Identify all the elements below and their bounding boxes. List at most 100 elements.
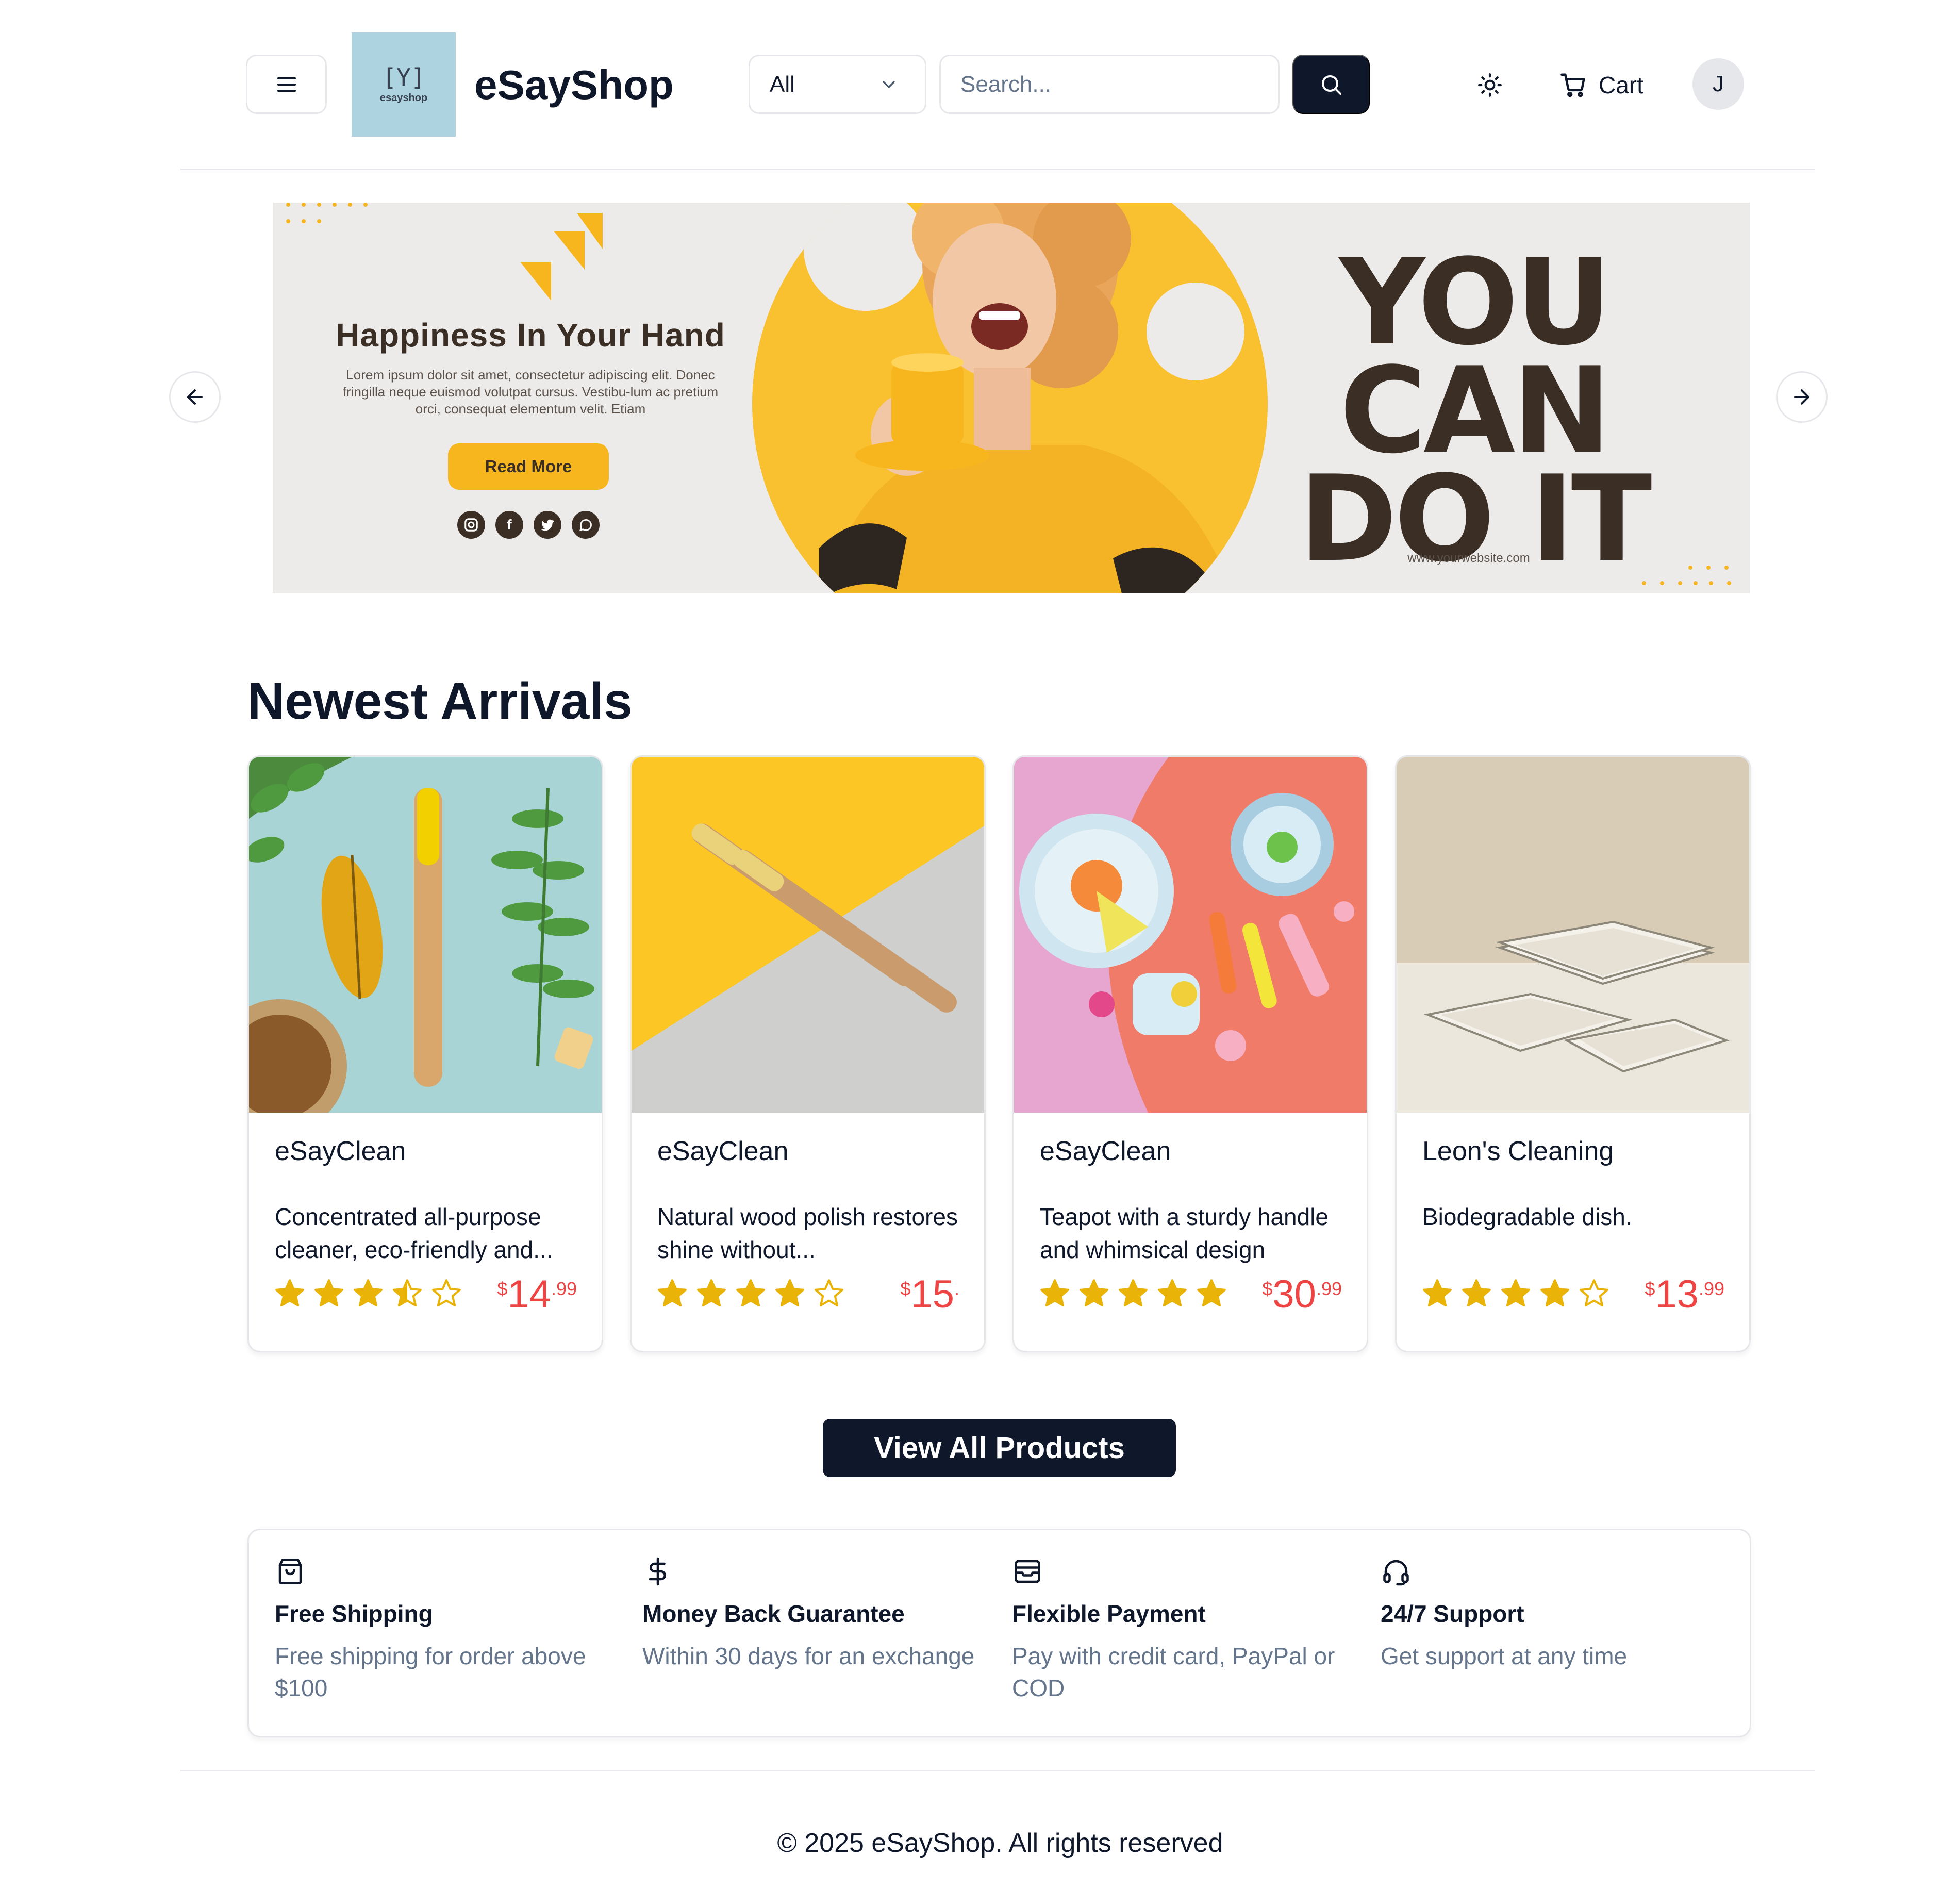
product-brand: Leon's Cleaning bbox=[1422, 1136, 1614, 1166]
product-title[interactable]: Natural wood polish restores shine witho… bbox=[657, 1200, 967, 1266]
footer-copyright: © 2025 eSayShop. All rights reserved bbox=[777, 1828, 1223, 1858]
facebook-icon[interactable]: f bbox=[495, 511, 523, 539]
whatsapp-icon[interactable] bbox=[572, 511, 600, 539]
feature-free-shipping: Free Shipping Free shipping for order ab… bbox=[275, 1556, 610, 1704]
product-brand: eSayClean bbox=[657, 1136, 789, 1166]
product-card[interactable]: eSayClean Natural wood polish restores s… bbox=[630, 755, 986, 1352]
product-image[interactable] bbox=[632, 757, 984, 1113]
price-whole: 15 bbox=[910, 1272, 954, 1316]
feature-title: 24/7 Support bbox=[1381, 1600, 1524, 1627]
carousel-next-button[interactable] bbox=[1776, 371, 1828, 423]
slogan-line: YOU bbox=[1339, 234, 1612, 372]
feature-text: Get support at any time bbox=[1381, 1643, 1628, 1669]
star-filled-icon bbox=[1040, 1279, 1069, 1307]
arrow-left-icon bbox=[187, 389, 203, 405]
feature-text: Pay with credit card, PayPal or COD bbox=[1012, 1643, 1335, 1701]
product-price: $ 13 .99 bbox=[1645, 1275, 1724, 1314]
cart-icon bbox=[1560, 73, 1585, 97]
star-filled-icon bbox=[275, 1279, 304, 1307]
star-filled-icon bbox=[354, 1279, 383, 1307]
star-empty-icon bbox=[432, 1279, 461, 1307]
product-image[interactable] bbox=[1014, 757, 1367, 1113]
feature-text: Free shipping for order above $100 bbox=[275, 1643, 586, 1701]
site-header: [Y] esayshop eSayShop All Cart J bbox=[0, 0, 1959, 170]
twitter-icon[interactable] bbox=[534, 511, 561, 539]
product-rating bbox=[1039, 1278, 1227, 1310]
cart-button[interactable]: Cart bbox=[1559, 66, 1643, 104]
star-filled-icon bbox=[736, 1279, 765, 1307]
product-title[interactable]: Teapot with a sturdy handle and whimsica… bbox=[1040, 1200, 1349, 1266]
product-price: $ 30 .99 bbox=[1262, 1275, 1342, 1314]
product-rating bbox=[656, 1278, 845, 1310]
star-half-icon bbox=[393, 1279, 422, 1307]
price-currency: $ bbox=[1645, 1278, 1655, 1299]
feature-money-back: Money Back Guarantee Within 30 days for … bbox=[642, 1556, 977, 1672]
headphones-icon bbox=[1383, 1560, 1409, 1586]
search-icon bbox=[1322, 75, 1341, 95]
logo[interactable]: [Y] esayshop bbox=[352, 32, 456, 137]
feature-title: Free Shipping bbox=[275, 1600, 433, 1627]
star-empty-icon bbox=[815, 1279, 843, 1307]
logo-mark: [Y] bbox=[382, 63, 425, 91]
feature-title: Flexible Payment bbox=[1012, 1600, 1206, 1627]
product-title[interactable]: Biodegradable dish. bbox=[1422, 1200, 1732, 1233]
search-button[interactable] bbox=[1292, 55, 1370, 114]
product-brand: eSayClean bbox=[1040, 1136, 1171, 1166]
read-more-button[interactable]: Read More bbox=[448, 443, 609, 490]
star-filled-icon bbox=[658, 1279, 687, 1307]
product-image[interactable] bbox=[1397, 757, 1749, 1113]
banner-headline: Happiness In Your Hand bbox=[336, 317, 725, 354]
product-rating bbox=[1421, 1278, 1610, 1310]
price-currency: $ bbox=[497, 1278, 508, 1299]
star-filled-icon bbox=[1462, 1279, 1491, 1307]
wallet-icon bbox=[1015, 1560, 1040, 1583]
star-filled-icon bbox=[314, 1279, 343, 1307]
star-filled-icon bbox=[1119, 1279, 1148, 1307]
product-image[interactable] bbox=[249, 757, 602, 1113]
cart-label: Cart bbox=[1599, 72, 1643, 98]
price-cents: . bbox=[954, 1278, 959, 1299]
features-panel: Free Shipping Free shipping for order ab… bbox=[247, 1529, 1751, 1737]
arrow-right-icon bbox=[1794, 389, 1809, 405]
product-price: $ 15 . bbox=[900, 1275, 959, 1314]
hero-banner[interactable]: Happiness In Your Hand Lorem ipsum dolor… bbox=[273, 203, 1750, 593]
logo-caption: esayshop bbox=[379, 92, 428, 104]
theme-toggle-button[interactable] bbox=[1472, 67, 1508, 103]
slogan-line: CAN bbox=[1339, 342, 1611, 480]
brand-name[interactable]: eSayShop bbox=[474, 59, 674, 111]
category-select[interactable]: All bbox=[749, 55, 926, 114]
star-filled-icon bbox=[1158, 1279, 1187, 1307]
star-filled-icon bbox=[1501, 1279, 1530, 1307]
chevron-down-icon bbox=[883, 80, 895, 88]
product-rating bbox=[274, 1278, 462, 1310]
price-currency: $ bbox=[1262, 1278, 1273, 1299]
footer-divider bbox=[180, 1770, 1815, 1771]
star-filled-icon bbox=[1540, 1279, 1569, 1307]
feature-support: 24/7 Support Get support at any time bbox=[1381, 1556, 1716, 1672]
price-cents: .99 bbox=[551, 1278, 577, 1299]
dollar-icon bbox=[649, 1557, 666, 1586]
carousel-prev-button[interactable] bbox=[169, 371, 221, 423]
product-price: $ 14 .99 bbox=[497, 1275, 577, 1314]
view-all-products-button[interactable]: View All Products bbox=[823, 1419, 1176, 1477]
decorative-dots bbox=[1642, 566, 1731, 585]
product-card[interactable]: eSayClean Concentrated all-purpose clean… bbox=[247, 755, 603, 1352]
star-filled-icon bbox=[697, 1279, 726, 1307]
category-select-value: All bbox=[770, 71, 795, 97]
price-cents: .99 bbox=[1316, 1278, 1342, 1299]
instagram-icon[interactable] bbox=[457, 511, 485, 539]
feature-text: Within 30 days for an exchange bbox=[642, 1643, 975, 1669]
search-input[interactable] bbox=[939, 55, 1280, 114]
product-brand: eSayClean bbox=[275, 1136, 406, 1166]
star-filled-icon bbox=[775, 1279, 804, 1307]
sun-icon bbox=[1478, 73, 1502, 97]
star-filled-icon bbox=[1080, 1279, 1108, 1307]
product-card[interactable]: Leon's Cleaning Biodegradable dish. $ 13… bbox=[1395, 755, 1751, 1352]
feature-title: Money Back Guarantee bbox=[642, 1600, 905, 1627]
product-title[interactable]: Concentrated all-purpose cleaner, eco-fr… bbox=[275, 1200, 584, 1266]
user-avatar[interactable]: J bbox=[1692, 58, 1744, 110]
star-filled-icon bbox=[1197, 1279, 1226, 1307]
shopping-bag-icon bbox=[278, 1559, 302, 1584]
product-card[interactable]: eSayClean Teapot with a sturdy handle an… bbox=[1012, 755, 1368, 1352]
menu-button[interactable] bbox=[246, 55, 327, 114]
